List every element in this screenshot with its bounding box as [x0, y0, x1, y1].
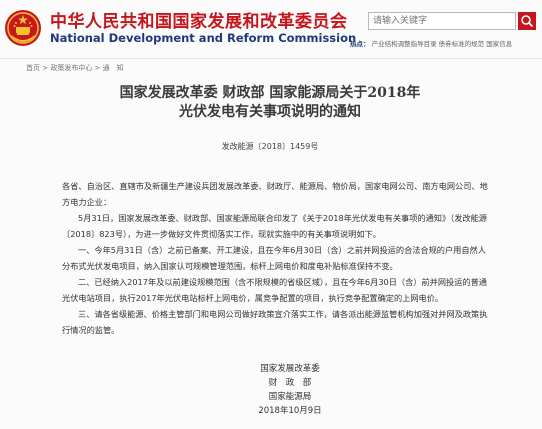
search-input[interactable] — [368, 12, 516, 30]
paragraph: 三、请各省级能源、价格主管部门和电网公司做好政策宣介落实工作，请各派出能源监管机… — [62, 309, 488, 335]
site-title-cn[interactable]: 中华人民共和国国家发展和改革委员会 — [50, 7, 348, 32]
paragraph: 一、今年5月31日（含）之前已备案、开工建设，且在今年6月30日（含）之前并网投… — [62, 245, 486, 271]
breadcrumb[interactable]: 首页 > 政策发布中心 > 通 知 — [26, 63, 124, 73]
paragraph: 二、已经纳入2017年及以前建设规模范围（含不限规模的省级区域），且在今年6月3… — [62, 277, 487, 303]
document-body: 各省、自治区、直辖市及新疆生产建设兵团发展改革委、财政厅、能源局、物价局，国家电… — [62, 178, 494, 338]
paragraph: 5月31日，国家发展改革委、财政部、国家能源局联合印发了《关于2018年光伏发电… — [62, 213, 487, 239]
search-button[interactable] — [518, 12, 536, 30]
document-number: 发改能源〔2018〕1459号 — [221, 142, 319, 151]
national-emblem-icon — [5, 10, 41, 46]
document-date: 2018年10月9日 — [258, 406, 322, 416]
hot-links: 热点： 产业结构调整指导目录 债券标准的规范 国家信息 — [350, 38, 512, 48]
search-icon — [521, 15, 534, 28]
hot-label: 热点： — [350, 40, 370, 48]
recipients: 各省、自治区、直辖市及新疆生产建设兵团发展改革委、财政厅、能源局、物价局，国家电… — [62, 181, 488, 207]
signatory: 国家发展改革委 — [260, 364, 320, 374]
document-header: 国家发展改革委 财政部 国家能源局关于2018年 光伏发电有关事项说明的通知 发… — [40, 84, 500, 152]
hot-link[interactable]: 债券标准的规范 — [439, 40, 485, 48]
site-title-en[interactable]: National Development and Reform Commissi… — [50, 31, 356, 45]
hot-link[interactable]: 国家信息 — [486, 40, 512, 48]
signatory: 财 政 部 — [268, 378, 312, 388]
document-title-line2: 光伏发电有关事项说明的通知 — [179, 104, 361, 120]
site-header: 中华人民共和国国家发展和改革委员会 National Development a… — [0, 0, 542, 59]
document-title-line1: 国家发展改革委 财政部 国家能源局关于2018年 — [119, 85, 421, 101]
hot-link[interactable]: 产业结构调整指导目录 — [372, 40, 437, 48]
signature-block: 国家发展改革委 财 政 部 国家能源局 2018年10月9日 — [250, 362, 330, 418]
signatory: 国家能源局 — [268, 392, 312, 402]
